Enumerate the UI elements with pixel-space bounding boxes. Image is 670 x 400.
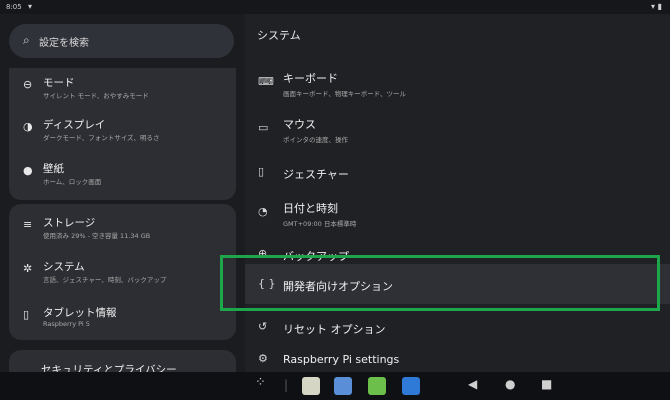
sidebar-item-display[interactable]: ◑ ディスプレイ ダークモード、フォントサイズ、明るさ <box>9 110 236 150</box>
sidebar-item-security[interactable]: セキュリティとプライバシー <box>9 354 236 372</box>
sidebar-item-subtitle: 言語、ジェスチャー、時刻、バックアップ <box>43 276 167 284</box>
sidebar-item-title: モード <box>43 77 75 89</box>
page-title: システム <box>257 29 301 42</box>
setting-date-time[interactable]: ◔ 日付と時刻 GMT+09:00 日本標準時 <box>245 192 670 232</box>
sidebar-item-subtitle: サイレント モード、おやすみモード <box>43 92 149 100</box>
status-bar: 8:05 ▾ ▾ ▮ <box>0 0 670 14</box>
settings-group-3: セキュリティとプライバシー <box>9 350 236 372</box>
mouse-icon: ▭ <box>258 121 269 134</box>
sidebar-item-title: システム <box>43 261 85 273</box>
system-detail-pane: システム ⌨ キーボード 画面キーボード、物理キーボード、ツール ▭ マウス ポ… <box>245 14 670 372</box>
taskbar-divider: | <box>284 378 289 392</box>
app-grid-icon[interactable]: ⁘ <box>255 375 266 390</box>
setting-title: 日付と時刻 <box>283 202 338 215</box>
sidebar-item-mode[interactable]: ⊖ モード サイレント モード、おやすみモード <box>9 68 236 108</box>
setting-title: Raspberry Pi settings <box>283 353 400 366</box>
camera-app-icon[interactable] <box>402 377 420 395</box>
sidebar-item-wallpaper[interactable]: ● 壁紙 ホーム、ロック画面 <box>9 154 236 194</box>
sidebar-item-subtitle: ダークモード、フォントサイズ、明るさ <box>43 134 160 142</box>
phone-icon: ▯ <box>258 165 265 178</box>
settings-group-1: ⊖ モード サイレント モード、おやすみモード ◑ ディスプレイ ダークモード、… <box>9 68 236 200</box>
settings-gear-icon: ⚙ <box>258 352 268 365</box>
navigation-bar: ⁘ | ◀ ● ■ <box>0 372 670 400</box>
sidebar-item-storage[interactable]: ≡ ストレージ 使用済み 29% - 空き容量 11.34 GB <box>9 208 236 248</box>
recents-button[interactable]: ■ <box>541 377 552 391</box>
settings-left-pane: ⌕ 設定を検索 ⊖ モード サイレント モード、おやすみモード ◑ ディスプレイ… <box>0 14 245 372</box>
setting-raspberry-pi[interactable]: ⚙ Raspberry Pi settings <box>245 339 670 372</box>
search-bar[interactable]: ⌕ 設定を検索 <box>9 24 234 58</box>
status-time: 8:05 <box>6 3 22 11</box>
gallery-app-icon[interactable] <box>334 377 352 395</box>
search-placeholder: 設定を検索 <box>39 38 89 49</box>
clock-icon: ◔ <box>258 205 268 218</box>
sidebar-item-title: ストレージ <box>43 217 96 229</box>
tablet-icon: ▯ <box>23 308 30 321</box>
setting-title: キーボード <box>283 72 338 85</box>
sidebar-item-tablet-info[interactable]: ▯ タブレット情報 Raspberry Pi 5 <box>9 298 236 338</box>
gear-icon: ✲ <box>23 262 33 275</box>
sidebar-item-subtitle: Raspberry Pi 5 <box>43 320 90 328</box>
display-icon: ◑ <box>23 120 33 133</box>
settings-app-icon[interactable] <box>368 377 386 395</box>
sidebar-item-system[interactable]: ✲ システム 言語、ジェスチャー、時刻、バックアップ <box>9 252 236 292</box>
history-icon: ↺ <box>258 320 268 333</box>
setting-subtitle: ポインタの速度、操作 <box>283 136 348 144</box>
setting-subtitle: 画面キーボード、物理キーボード、ツール <box>283 90 406 98</box>
highlight-box <box>220 255 660 311</box>
sidebar-item-subtitle: 使用済み 29% - 空き容量 11.34 GB <box>43 232 151 240</box>
setting-keyboard[interactable]: ⌨ キーボード 画面キーボード、物理キーボード、ツール <box>245 62 670 102</box>
back-button[interactable]: ◀ <box>468 377 477 391</box>
search-icon: ⌕ <box>23 33 30 47</box>
setting-title: リセット オプション <box>283 323 386 336</box>
setting-title: マウス <box>283 118 316 131</box>
sidebar-item-title: タブレット情報 <box>43 307 117 319</box>
keyboard-icon: ⌨ <box>258 75 274 88</box>
sidebar-item-title: ディスプレイ <box>43 119 106 131</box>
sidebar-item-subtitle: ホーム、ロック画面 <box>43 178 102 186</box>
setting-subtitle: GMT+09:00 日本標準時 <box>283 220 357 228</box>
storage-icon: ≡ <box>23 218 33 231</box>
wifi-icon: ▾ <box>28 2 33 11</box>
setting-title: ジェスチャー <box>283 168 349 181</box>
setting-mouse[interactable]: ▭ マウス ポインタの速度、操作 <box>245 108 670 148</box>
settings-group-2: ≡ ストレージ 使用済み 29% - 空き容量 11.34 GB ✲ システム … <box>9 204 236 340</box>
palette-icon: ● <box>23 164 33 177</box>
home-button[interactable]: ● <box>505 377 515 391</box>
setting-gestures[interactable]: ▯ ジェスチャー <box>245 152 670 192</box>
battery-icon: ▾ ▮ <box>651 2 662 11</box>
sidebar-item-title: 壁紙 <box>43 163 64 175</box>
sidebar-item-title: セキュリティとプライバシー <box>41 364 177 372</box>
notes-app-icon[interactable] <box>302 377 320 395</box>
mode-icon: ⊖ <box>23 78 33 91</box>
